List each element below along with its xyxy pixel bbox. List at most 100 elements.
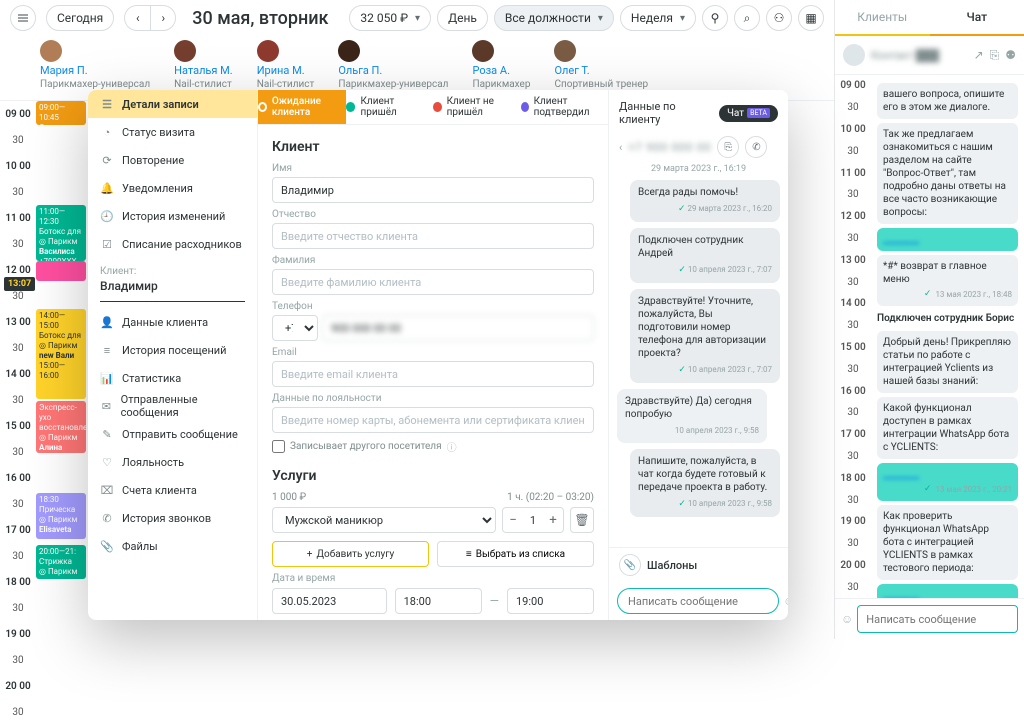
attach-icon[interactable]: 📎 [619,554,641,576]
share-icon[interactable]: ↗ [974,48,984,63]
prev-day-button[interactable]: ‹ [124,5,150,31]
modal-nav-item[interactable]: 🔔Уведомления [88,174,257,202]
today-button[interactable]: Сегодня [46,5,114,31]
modal-nav-item[interactable]: ✉Отправленные сообщения [88,392,257,420]
view-day-button[interactable]: День [437,5,488,31]
grid-button[interactable]: ▦ [798,5,824,31]
users-button[interactable]: ⚇ [766,5,792,31]
menu-button[interactable] [10,5,36,31]
staff-name[interactable]: Ольга П. [338,64,448,77]
call-icon[interactable]: ✆ [745,136,767,158]
calendar-event[interactable]: 09:00—10:45Стрижка◎ ПарикмАлиса+7000XXX [36,101,86,125]
phone-input[interactable] [322,315,594,341]
name-input[interactable] [272,177,594,203]
calendar-event[interactable]: Экспресс-уховосстановле◎ ПарикмАлина+700… [36,401,86,453]
staff-name[interactable]: Ирина М. [257,64,315,77]
time-label: 30 [0,127,36,153]
delete-service-button[interactable]: 🗑 [570,507,594,533]
staff-member[interactable]: Роза А. Парикмахер [472,40,530,90]
positions-filter[interactable]: Все должности▾ [494,5,614,31]
staff-member[interactable]: Ольга П. Парикмахер-универсал [338,40,448,90]
modal-nav-item[interactable]: ≡История посещений [88,336,257,364]
calendar-event[interactable] [36,261,86,281]
calendar-event[interactable]: 14:00—15:00Ботокс для◎ Парикмnew Вали15:… [36,309,86,399]
modal-nav-item[interactable]: ✆История звонков [88,504,257,532]
back-icon[interactable]: ‹ [619,141,622,154]
other-visitor-checkbox[interactable] [272,440,285,453]
booking-modal: ☰Детали записи◔Статус визита⟳Повторение🔔… [88,90,788,620]
modal-nav-item[interactable]: ◔Статус визита [88,118,257,146]
staff-name[interactable]: Мария П. [40,64,150,77]
time-label: 09 00 [835,75,871,97]
modal-nav-item[interactable]: 📊Статистика [88,364,257,392]
nav-icon: ☑ [100,237,114,251]
tab-clients[interactable]: Клиенты [835,0,930,34]
staff-role: Парикмахер-универсал [338,79,448,90]
client-data-title: Данные по клиенту [619,100,719,126]
emoji-icon[interactable]: ☺ [841,612,853,626]
patronymic-input[interactable] [272,223,594,249]
next-day-button[interactable]: › [150,5,176,31]
templates-label[interactable]: Шаблоны [647,559,697,572]
date-input[interactable] [272,588,387,614]
time-label: 18 00 [0,569,36,595]
modal-nav-item[interactable]: ⌧Счета клиента [88,476,257,504]
time-from-input[interactable] [395,588,482,614]
modal-nav-item[interactable]: 📎Файлы [88,532,257,560]
staff-name[interactable]: Роза А. [472,64,530,77]
status-tab[interactable]: Клиент не пришёл [433,90,521,124]
staff-name[interactable]: Наталья М. [174,64,233,77]
nav-icon: ◔ [100,125,114,139]
search-button[interactable]: ⌕ [734,5,760,31]
time-label: 30 [835,315,871,337]
time-label: 30 [0,231,36,257]
emoji-icon[interactable]: ☺ [783,594,788,608]
status-tab[interactable]: Ожидание клиента [258,90,346,124]
staff-name[interactable]: Олег Т. [554,64,648,77]
staff-member[interactable]: Наталья М. Nail-стилист [174,40,233,90]
loyalty-input[interactable] [272,407,594,433]
sidebar-message-input[interactable] [857,605,1018,633]
email-input[interactable] [272,361,594,387]
client-section-label: Клиент: [88,258,257,279]
qty-minus[interactable]: − [503,508,523,532]
time-label: 20 00 [835,555,871,577]
calendar-event[interactable]: 20:00—21:Стрижка◎ Парикм [36,545,86,579]
modal-nav-item[interactable]: ☑Списание расходников [88,230,257,258]
chat-badge[interactable]: ЧатBETA [719,105,778,122]
filter-button[interactable]: ⚲ [702,5,728,31]
modal-message-input[interactable] [617,588,779,614]
staff-member[interactable]: Ирина М. Nail-стилист [257,40,315,90]
copy-icon[interactable]: ⎘ [990,48,1000,63]
modal-nav-item[interactable]: ☰Детали записи [88,90,257,118]
phone-code-select[interactable]: +7 [272,315,318,341]
calendar-event[interactable]: 11:00—12:30Ботокс для◎ ПарикмВасилиса+70… [36,205,86,261]
staff-member[interactable]: Олег Т. Спортивный тренер [554,40,648,90]
modal-nav-item[interactable]: ♡Лояльность [88,448,257,476]
nav-icon: ☰ [100,97,114,111]
quantity-stepper[interactable]: −1+ [502,507,564,533]
tab-chat[interactable]: Чат [930,0,1024,36]
qty-plus[interactable]: + [543,508,563,532]
calendar-event[interactable]: 18:30Прическа◎ ПарикмElisaveta [36,493,86,539]
user-minus-icon[interactable]: ⚉ [1005,48,1016,63]
status-tab[interactable]: Клиент пришёл [346,90,434,124]
modal-nav-item[interactable]: 🕘История изменений [88,202,257,230]
date-title: 30 мая, вторник [192,8,328,29]
view-week-button[interactable]: Неделя▾ [620,5,696,31]
staff-role: Парикмахер-универсал [40,79,150,90]
chat-contact-name: Контакт ███ [871,49,968,62]
modal-nav-item[interactable]: ⟳Повторение [88,146,257,174]
choose-from-list-button[interactable]: ≡Выбрать из списка [437,541,594,567]
status-tab[interactable]: Клиент подтвердил [521,90,609,124]
time-label: 30 [835,228,871,250]
time-to-input[interactable] [507,588,594,614]
modal-nav-item[interactable]: 👤Данные клиента [88,308,257,336]
add-service-button[interactable]: +Добавить услугу [272,541,429,567]
price-button[interactable]: 32 050 ₽▾ [349,5,431,31]
copy-icon[interactable]: ⎘ [717,136,739,158]
modal-nav-item[interactable]: ✎Отправить сообщение [88,420,257,448]
staff-member[interactable]: Мария П. Парикмахер-универсал [40,40,150,90]
service-select[interactable]: Мужской маникюр [272,507,496,533]
surname-input[interactable] [272,269,594,295]
